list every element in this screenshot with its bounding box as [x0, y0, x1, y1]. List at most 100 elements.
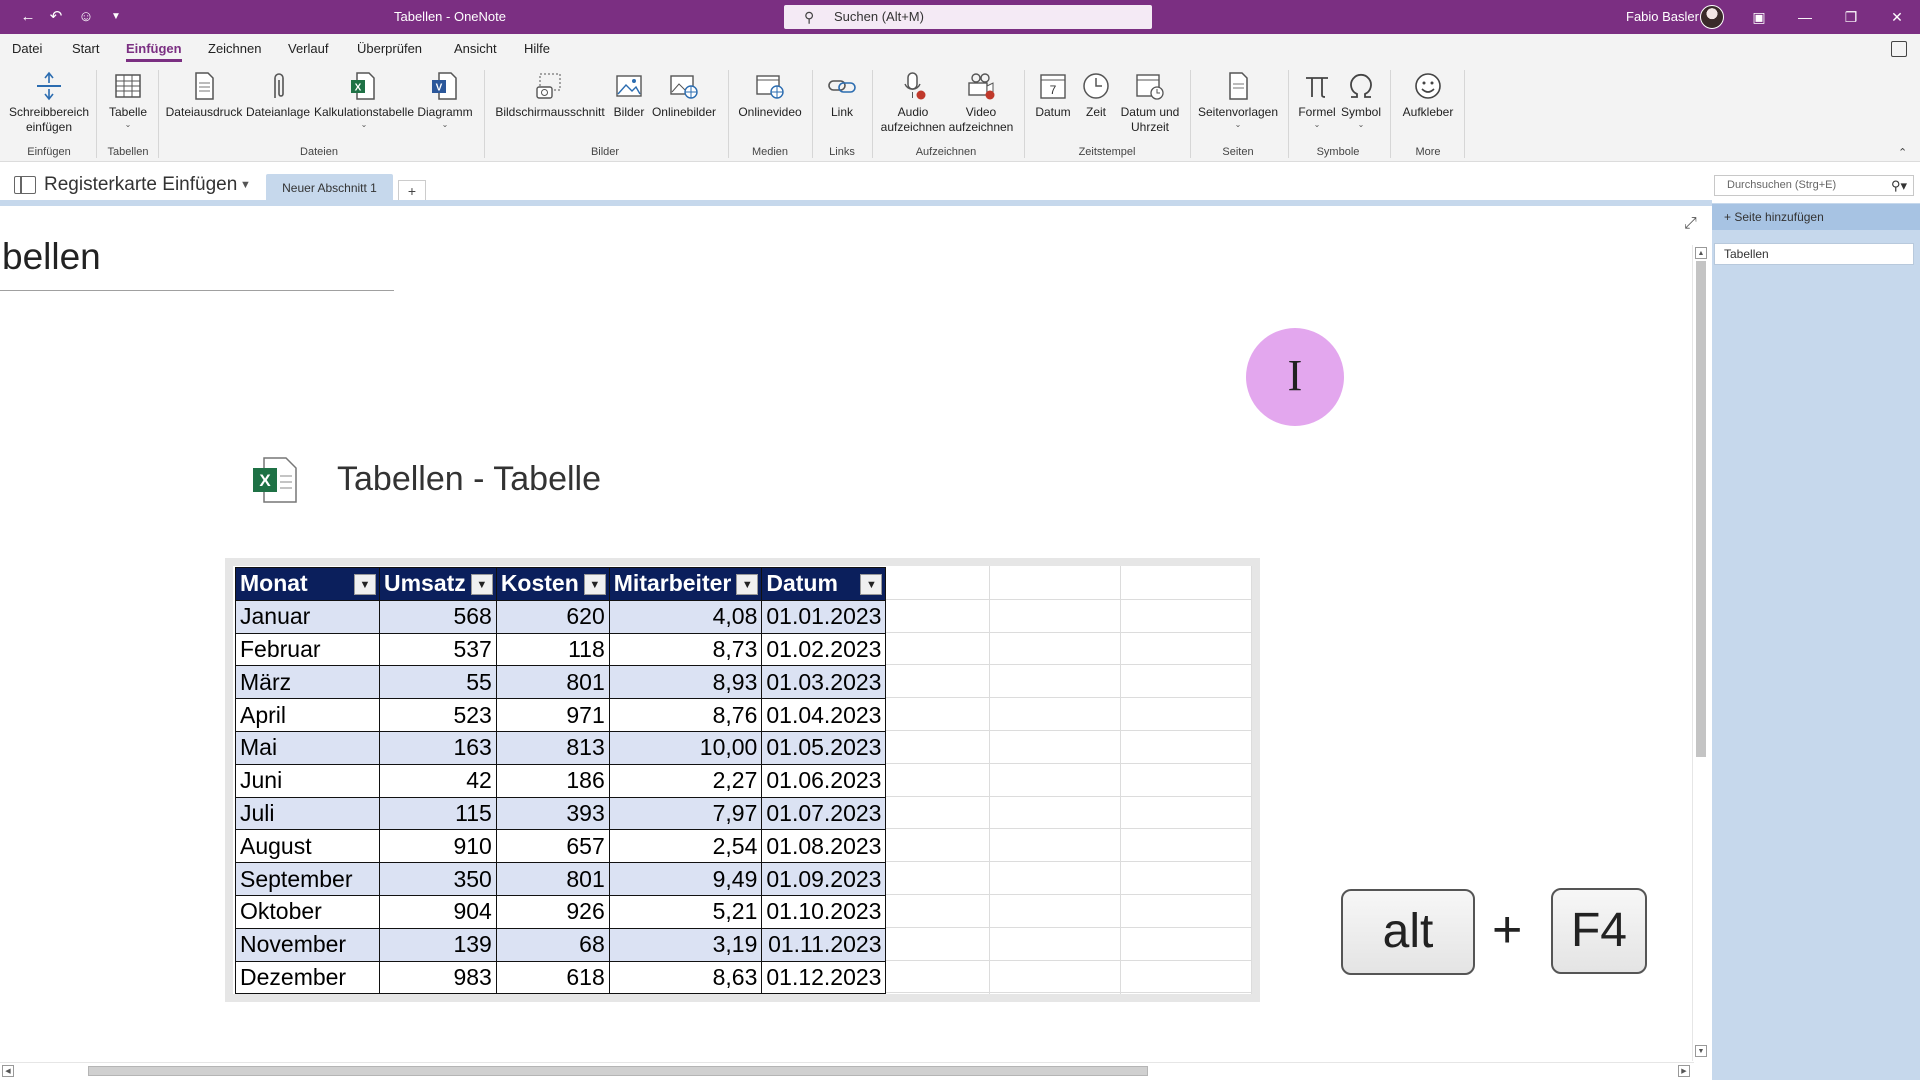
cell-umsatz[interactable]: 42	[379, 763, 497, 798]
onlinebilder-button[interactable]: Onlinebilder	[650, 68, 718, 120]
cell-datum[interactable]: 01.08.2023	[761, 829, 887, 864]
cell-datum[interactable]: 01.07.2023	[761, 796, 887, 831]
cell-mitarbeiter[interactable]: 8,73	[608, 632, 763, 667]
cell-umsatz[interactable]: 568	[379, 599, 497, 634]
excel-file-icon[interactable]: X	[252, 456, 298, 504]
bilder-button[interactable]: Bilder	[610, 68, 648, 120]
symbol-button[interactable]: Symbol ⌄	[1340, 68, 1382, 129]
zeit-button[interactable]: Zeit	[1078, 68, 1114, 120]
cell-mitarbeiter[interactable]: 10,00	[608, 730, 763, 765]
cell-monat[interactable]: März	[235, 665, 380, 700]
ribbon-toggle-icon[interactable]	[1891, 41, 1907, 57]
scroll-thumb[interactable]	[88, 1066, 1148, 1076]
horizontal-scrollbar[interactable]: ◀ ▶	[0, 1062, 1694, 1078]
add-section-button[interactable]: +	[398, 180, 426, 202]
header-monat[interactable]: Monat ▼	[235, 567, 380, 601]
cell-datum[interactable]: 01.04.2023	[761, 698, 887, 732]
page-list-item[interactable]: Tabellen	[1714, 243, 1914, 265]
cell-datum[interactable]: 01.02.2023	[761, 632, 887, 667]
cell-mitarbeiter[interactable]: 7,97	[608, 796, 763, 831]
filter-dropdown-icon[interactable]: ▼	[583, 574, 606, 595]
scroll-right-icon[interactable]: ▶	[1678, 1065, 1690, 1077]
scroll-thumb[interactable]	[1696, 261, 1706, 757]
cell-datum[interactable]: 01.03.2023	[761, 665, 887, 700]
cell-mitarbeiter[interactable]: 2,54	[608, 829, 763, 864]
filter-dropdown-icon[interactable]: ▼	[736, 574, 759, 595]
header-umsatz[interactable]: Umsatz ▼	[379, 567, 497, 601]
page-search-input[interactable]: Durchsuchen (Strg+E) ⚲▾	[1714, 175, 1914, 196]
vertical-scrollbar[interactable]: ▲ ▼	[1692, 245, 1708, 1061]
cell-umsatz[interactable]: 523	[379, 698, 497, 732]
cell-umsatz[interactable]: 163	[379, 730, 497, 765]
cell-monat[interactable]: August	[235, 829, 380, 864]
minimize-button[interactable]: —	[1782, 0, 1828, 34]
cell-mitarbeiter[interactable]: 8,63	[608, 960, 763, 995]
header-datum[interactable]: Datum ▼	[761, 567, 887, 601]
chevron-down-icon[interactable]: ▼	[240, 179, 251, 191]
cell-umsatz[interactable]: 55	[379, 665, 497, 700]
cell-kosten[interactable]: 657	[495, 829, 610, 864]
cell-kosten[interactable]: 393	[495, 796, 610, 831]
cell-kosten[interactable]: 118	[495, 632, 610, 667]
cell-kosten[interactable]: 618	[495, 960, 610, 995]
video-aufzeichnen-button[interactable]: Video aufzeichnen	[948, 68, 1014, 135]
filter-dropdown-icon[interactable]: ▼	[860, 574, 883, 595]
restore-button[interactable]: ❐	[1828, 0, 1874, 34]
cell-umsatz[interactable]: 983	[379, 960, 497, 995]
scroll-down-icon[interactable]: ▼	[1695, 1045, 1707, 1057]
cell-datum[interactable]: 01.05.2023	[761, 730, 887, 765]
link-button[interactable]: Link	[818, 68, 866, 120]
cell-mitarbeiter[interactable]: 9,49	[608, 862, 763, 896]
avatar[interactable]	[1700, 5, 1724, 29]
page-title[interactable]: bellen	[2, 236, 101, 278]
cell-kosten[interactable]: 620	[495, 599, 610, 634]
tab-ansicht[interactable]: Ansicht	[454, 41, 497, 56]
excel-table[interactable]: Monat ▼ Umsatz ▼ Kosten ▼ Mitarbeiter ▼ Datu…	[235, 567, 887, 995]
cell-kosten[interactable]: 926	[495, 894, 610, 929]
cell-umsatz[interactable]: 115	[379, 796, 497, 831]
cell-datum[interactable]: 01.11.2023	[761, 927, 887, 962]
filter-dropdown-icon[interactable]: ▼	[470, 574, 493, 595]
cell-umsatz[interactable]: 350	[379, 862, 497, 896]
cell-datum[interactable]: 01.09.2023	[761, 862, 887, 896]
scroll-left-icon[interactable]: ◀	[2, 1065, 14, 1077]
cell-monat[interactable]: September	[235, 862, 380, 896]
dateiausdruck-button[interactable]: Dateiausdruck	[164, 68, 244, 120]
bildschirmausschnitt-button[interactable]: Bildschirmausschnitt	[492, 68, 608, 120]
audio-aufzeichnen-button[interactable]: Audio aufzeichnen	[878, 68, 948, 135]
cell-monat[interactable]: November	[235, 927, 380, 962]
cell-kosten[interactable]: 971	[495, 698, 610, 732]
cell-monat[interactable]: April	[235, 698, 380, 732]
cell-datum[interactable]: 01.01.2023	[761, 599, 887, 634]
header-mitarbeiter[interactable]: Mitarbeiter ▼	[608, 567, 763, 601]
cell-monat[interactable]: Mai	[235, 730, 380, 765]
cell-datum[interactable]: 01.06.2023	[761, 763, 887, 798]
notebook-name[interactable]: Registerkarte Einfügen	[44, 174, 237, 196]
tab-ueberpruefen[interactable]: Überprüfen	[357, 41, 422, 56]
cell-mitarbeiter[interactable]: 8,76	[608, 698, 763, 732]
user-name[interactable]: Fabio Basler	[1626, 0, 1699, 34]
cell-monat[interactable]: Juni	[235, 763, 380, 798]
notebook-icon[interactable]	[14, 176, 36, 194]
cell-umsatz[interactable]: 910	[379, 829, 497, 864]
cell-kosten[interactable]: 68	[495, 927, 610, 962]
filter-dropdown-icon[interactable]: ▼	[354, 574, 376, 595]
cell-datum[interactable]: 01.12.2023	[761, 960, 887, 995]
cell-kosten[interactable]: 801	[495, 665, 610, 700]
seitenvorlagen-button[interactable]: Seitenvorlagen ⌄	[1196, 68, 1280, 129]
schreibbereich-einfuegen-button[interactable]: Schreibbereich einfügen	[6, 68, 92, 135]
cell-umsatz[interactable]: 139	[379, 927, 497, 962]
cell-monat[interactable]: Januar	[235, 599, 380, 634]
diagramm-button[interactable]: V Diagramm ⌄	[415, 68, 475, 129]
expand-icon[interactable]: ⤢	[1684, 215, 1697, 233]
cell-umsatz[interactable]: 537	[379, 632, 497, 667]
datum-und-uhrzeit-button[interactable]: Datum und Uhrzeit	[1116, 68, 1184, 135]
tab-zeichnen[interactable]: Zeichnen	[208, 41, 261, 56]
cell-monat[interactable]: Februar	[235, 632, 380, 667]
kalkulationstabelle-button[interactable]: X Kalkulationstabelle ⌄	[313, 68, 415, 129]
tab-verlauf[interactable]: Verlauf	[288, 41, 328, 56]
tab-hilfe[interactable]: Hilfe	[524, 41, 550, 56]
cell-monat[interactable]: Dezember	[235, 960, 380, 995]
collapse-ribbon-icon[interactable]: ⌃	[1898, 146, 1907, 159]
tab-start[interactable]: Start	[72, 41, 99, 56]
